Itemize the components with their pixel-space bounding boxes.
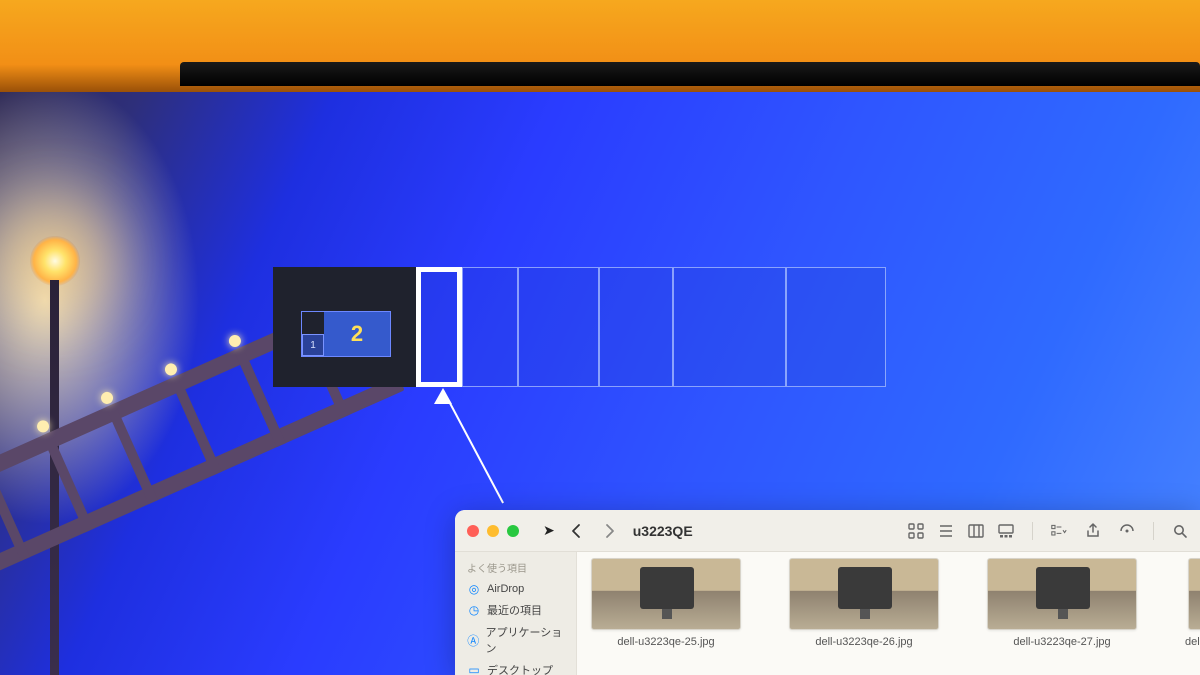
file-item[interactable]: dell-u322: [1185, 558, 1200, 675]
pip-main-source-label: 2: [351, 321, 363, 347]
nav-forward-button[interactable]: [601, 523, 617, 539]
cursor-icon: ➤: [543, 522, 555, 539]
osd-size-option-2[interactable]: [462, 267, 518, 387]
osd-size-option-3[interactable]: [518, 267, 599, 387]
file-item[interactable]: dell-u3223qe-27.jpg: [987, 558, 1137, 675]
icon-view-button[interactable]: [908, 523, 924, 539]
sidebar-item-airdrop[interactable]: ◎ AirDrop: [461, 579, 570, 599]
column-view-button[interactable]: [968, 523, 984, 539]
file-thumbnail: [591, 558, 741, 630]
osd-size-option-1[interactable]: [416, 267, 462, 387]
file-name: dell-u322: [1185, 636, 1200, 648]
sidebar-item-label: 最近の項目: [487, 602, 542, 618]
osd-size-option-4[interactable]: [599, 267, 673, 387]
window-maximize-button[interactable]: [507, 525, 519, 537]
monitor-osd-bar: 2 1: [273, 267, 887, 387]
search-button[interactable]: [1172, 523, 1188, 539]
pip-layout-icon: 2 1: [301, 311, 391, 357]
window-traffic-lights: [467, 525, 519, 537]
list-view-button[interactable]: [938, 523, 954, 539]
finder-title: u3223QE: [633, 523, 693, 539]
pip-sub-source-label: 1: [310, 340, 316, 351]
monitor-bezel: [180, 62, 1200, 86]
finder-window: ➤ u3223QE よく使う項: [455, 510, 1200, 675]
group-menu-button[interactable]: [1051, 523, 1067, 539]
sidebar-item-label: AirDrop: [487, 583, 524, 595]
nav-back-button[interactable]: [569, 523, 585, 539]
file-thumbnail: [789, 558, 939, 630]
sidebar-item-label: アプリケーション: [486, 624, 564, 656]
window-close-button[interactable]: [467, 525, 479, 537]
sidebar-item-recents[interactable]: ◷ 最近の項目: [461, 599, 570, 621]
sidebar-item-applications[interactable]: Ⓐ アプリケーション: [461, 621, 570, 659]
file-thumbnail: [987, 558, 1137, 630]
sidebar-section-favorites: よく使う項目: [461, 558, 570, 579]
osd-size-options: [416, 267, 887, 387]
file-name: dell-u3223qe-25.jpg: [617, 636, 714, 648]
desktop-icon: ▭: [467, 663, 481, 675]
gallery-view-button[interactable]: [998, 523, 1014, 539]
streetlamp-glow: [30, 236, 80, 286]
sidebar-item-desktop[interactable]: ▭ デスクトップ: [461, 659, 570, 675]
share-button[interactable]: [1085, 523, 1101, 539]
view-switcher: [908, 523, 1014, 539]
file-thumbnail: [1188, 558, 1200, 630]
airdrop-icon: ◎: [467, 582, 481, 596]
callout-arrowhead-icon: [434, 388, 452, 404]
file-name: dell-u3223qe-26.jpg: [815, 636, 912, 648]
finder-file-grid[interactable]: dell-u3223qe-25.jpg dell-u3223qe-26.jpg …: [577, 552, 1200, 675]
sidebar-item-label: デスクトップ: [487, 662, 553, 675]
file-item[interactable]: dell-u3223qe-25.jpg: [591, 558, 741, 675]
apps-icon: Ⓐ: [467, 632, 480, 649]
tags-button[interactable]: [1119, 523, 1135, 539]
finder-sidebar: よく使う項目 ◎ AirDrop ◷ 最近の項目 Ⓐ アプリケーション ▭ デス…: [455, 552, 577, 675]
osd-input-source-tile[interactable]: 2 1: [273, 267, 416, 387]
osd-size-option-5[interactable]: [673, 267, 786, 387]
window-minimize-button[interactable]: [487, 525, 499, 537]
osd-size-option-6[interactable]: [786, 267, 886, 387]
file-name: dell-u3223qe-27.jpg: [1013, 636, 1110, 648]
clock-icon: ◷: [467, 603, 481, 617]
file-item[interactable]: dell-u3223qe-26.jpg: [789, 558, 939, 675]
finder-toolbar: ➤ u3223QE: [455, 510, 1200, 552]
